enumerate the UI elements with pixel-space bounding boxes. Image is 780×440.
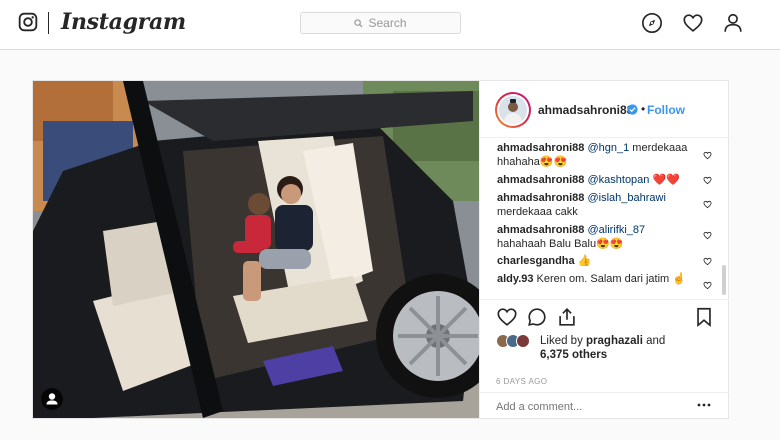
profile-icon[interactable] [722, 12, 744, 34]
comment-like-icon[interactable] [703, 281, 712, 290]
like-icon[interactable] [496, 306, 518, 328]
comment-item: ahmadsahroni88 @islah_bahrawi merdekaaa … [497, 191, 697, 219]
comment-item: ahmadsahroni88 @alirifki_87 hahahaah Bal… [497, 223, 697, 251]
comment-text: Keren om. Salam dari jatim ☝️ [533, 273, 686, 285]
share-icon[interactable] [556, 306, 578, 328]
post-sidebar: ahmadsahroni88 • Follow ahmadsahroni88 @… [479, 81, 729, 419]
comment-mention[interactable]: @alirifki_87 [587, 224, 645, 236]
comment-icon[interactable] [526, 306, 548, 328]
comment-like-icon[interactable] [703, 176, 712, 185]
more-options-icon[interactable] [696, 400, 712, 410]
search-placeholder: Search [368, 16, 407, 30]
comment-like-icon[interactable] [703, 151, 712, 160]
follow-button[interactable]: Follow [647, 103, 685, 117]
avatar-image [499, 96, 527, 124]
post-username[interactable]: ahmadsahroni88 [538, 103, 633, 117]
comment-username[interactable]: ahmadsahroni88 [497, 142, 584, 154]
search-input[interactable]: Search [300, 12, 461, 34]
avatar[interactable] [497, 94, 529, 126]
comment-username[interactable]: ahmadsahroni88 [497, 192, 584, 204]
comment-mention[interactable]: @hgn_1 [587, 142, 629, 154]
comment-text: merdekaaa cakk [497, 206, 578, 218]
save-icon[interactable] [693, 306, 715, 328]
comment-mention[interactable]: @islah_bahrawi [587, 192, 665, 204]
heart-icon[interactable] [682, 12, 704, 34]
post-photo[interactable] [33, 81, 479, 418]
comment-item: ahmadsahroni88 @kashtopan ❤️❤️ [497, 173, 697, 187]
add-comment-input[interactable] [496, 401, 676, 413]
comment-username[interactable]: charlesgandha [497, 255, 575, 267]
verified-badge-icon [627, 104, 638, 115]
comment-item: ahmadsahroni88 @hgn_1 merdekaaa hhahaha😍… [497, 141, 697, 169]
liker-username[interactable]: praghazali [586, 335, 643, 347]
nav-divider [48, 12, 49, 34]
post-card: ahmadsahroni88 • Follow ahmadsahroni88 @… [32, 80, 729, 419]
likes-middle: and [642, 335, 666, 347]
comment-item: charlesgandha 👍 [497, 254, 697, 268]
comment-text: ❤️❤️ [649, 174, 680, 186]
likes-text: Liked by praghazali and 6,375 others [540, 334, 720, 362]
comment-username[interactable]: aldy.93 [497, 273, 534, 285]
instagram-wordmark[interactable]: Instagram [61, 9, 186, 35]
comment-text: hahahaah Balu Balu😍😍 [497, 238, 624, 250]
comment-username[interactable]: ahmadsahroni88 [497, 174, 584, 186]
likes-prefix: Liked by [540, 335, 587, 347]
top-nav: Instagram Search [0, 0, 780, 50]
tagged-users-button[interactable] [41, 388, 63, 410]
liker-avatar [516, 334, 530, 348]
likes-count[interactable]: 6,375 others [540, 349, 607, 361]
post-actions: Liked by praghazali and 6,375 others 6 D… [480, 299, 729, 419]
likes-summary: Liked by praghazali and 6,375 others [496, 334, 716, 374]
separator-dot: • [641, 102, 646, 116]
comment-like-icon[interactable] [703, 257, 712, 266]
story-ring[interactable] [495, 92, 531, 128]
comment-like-icon[interactable] [703, 231, 712, 240]
add-comment-bar [480, 392, 729, 420]
comments-scrollbar[interactable] [722, 265, 726, 295]
comment-like-icon[interactable] [703, 200, 712, 209]
car-photo-illustration [33, 81, 479, 418]
liker-avatars[interactable] [496, 334, 536, 350]
instagram-glyph-icon[interactable] [18, 12, 38, 32]
comment-text: 👍 [574, 255, 592, 267]
compass-icon[interactable] [641, 12, 663, 34]
person-icon [46, 393, 58, 405]
comment-list[interactable]: ahmadsahroni88 @hgn_1 merdekaaa hhahaha😍… [497, 141, 712, 299]
post-header: ahmadsahroni88 • Follow [480, 81, 729, 138]
post-timestamp[interactable]: 6 DAYS AGO [496, 377, 547, 386]
comment-item: aldy.93 Keren om. Salam dari jatim ☝️ [497, 272, 697, 286]
search-icon [354, 18, 363, 28]
comment-username[interactable]: ahmadsahroni88 [497, 224, 584, 236]
comment-mention[interactable]: @kashtopan [587, 174, 649, 186]
